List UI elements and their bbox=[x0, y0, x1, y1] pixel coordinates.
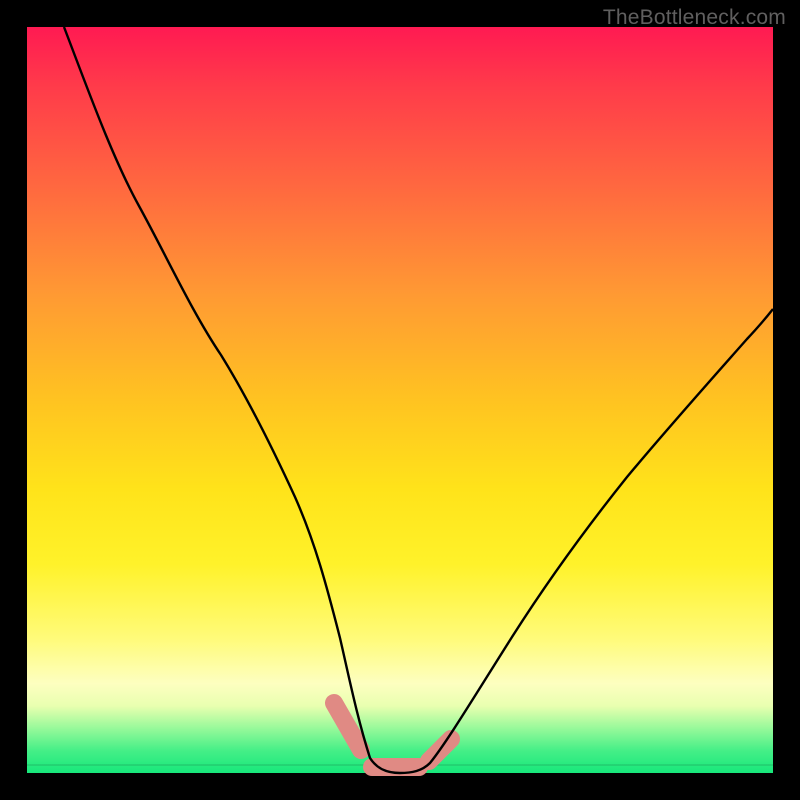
bottleneck-curve bbox=[64, 27, 773, 773]
chart-svg bbox=[27, 27, 773, 773]
chart-frame: TheBottleneck.com bbox=[0, 0, 800, 800]
watermark-text: TheBottleneck.com bbox=[603, 6, 786, 30]
